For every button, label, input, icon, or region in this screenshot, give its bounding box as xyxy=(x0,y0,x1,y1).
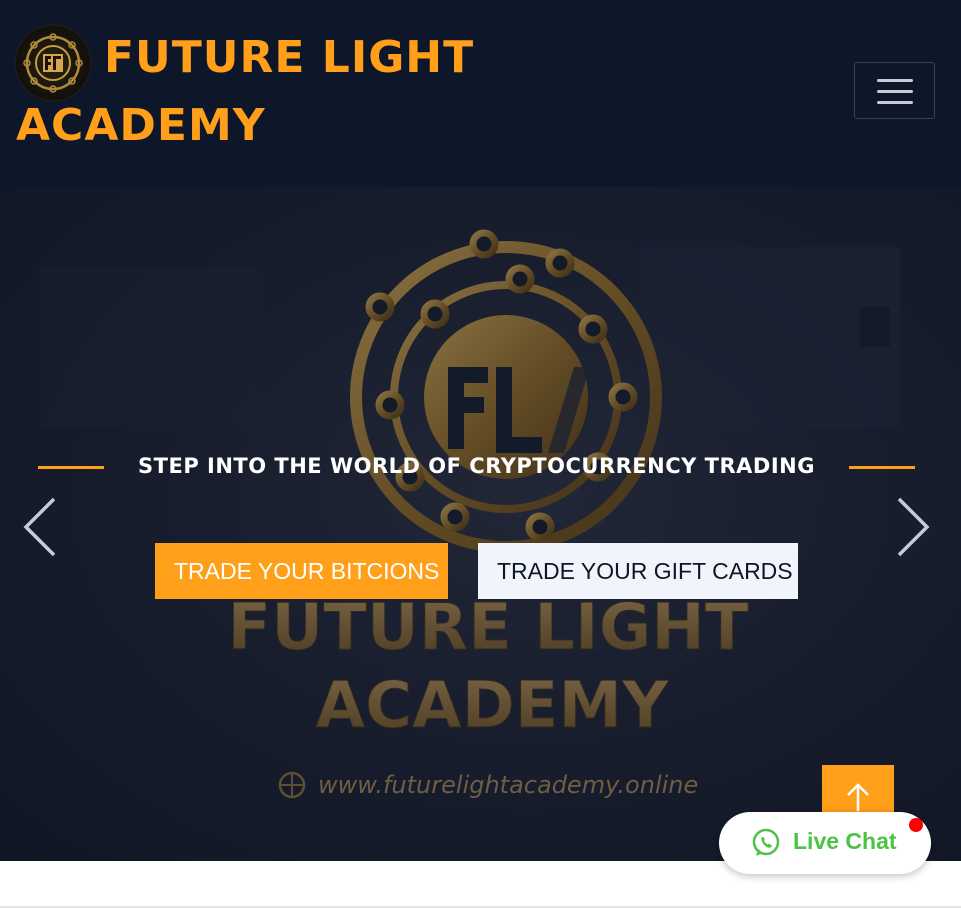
tagline-container: STEP INTO THE WORLD OF CRYPTOCURRENCY TR… xyxy=(38,452,915,482)
brand-name-line1: FUTURE LIGHT xyxy=(104,32,475,83)
tagline-divider-right xyxy=(849,466,915,469)
chevron-left-icon xyxy=(23,497,56,557)
trade-bitcoins-button[interactable]: TRADE YOUR BITCIONS xyxy=(155,543,448,599)
brand-name-line2: ACADEMY xyxy=(16,100,266,151)
hero-tagline: STEP INTO THE WORLD OF CRYPTOCURRENCY TR… xyxy=(138,454,815,478)
navbar: FUTURE LIGHT ACADEMY xyxy=(0,0,961,187)
hamburger-menu-icon xyxy=(877,79,913,82)
notification-dot xyxy=(909,818,923,832)
carousel-next-button[interactable] xyxy=(893,495,933,559)
carousel-prev-button[interactable] xyxy=(22,495,62,559)
live-chat-button[interactable]: Live Chat xyxy=(719,812,931,874)
trade-gift-cards-button[interactable]: TRADE YOUR GIFT CARDS xyxy=(478,543,798,599)
brand-logo-icon xyxy=(16,26,90,100)
hero-overlay xyxy=(0,187,961,861)
menu-toggle-button[interactable] xyxy=(854,62,935,119)
hero-carousel: FUTURE LIGHT ACADEMY www.futurelightacad… xyxy=(0,187,961,861)
tagline-divider-left xyxy=(38,466,104,469)
live-chat-label: Live Chat xyxy=(793,828,897,854)
whatsapp-icon xyxy=(752,828,780,856)
chevron-right-icon xyxy=(897,497,930,557)
